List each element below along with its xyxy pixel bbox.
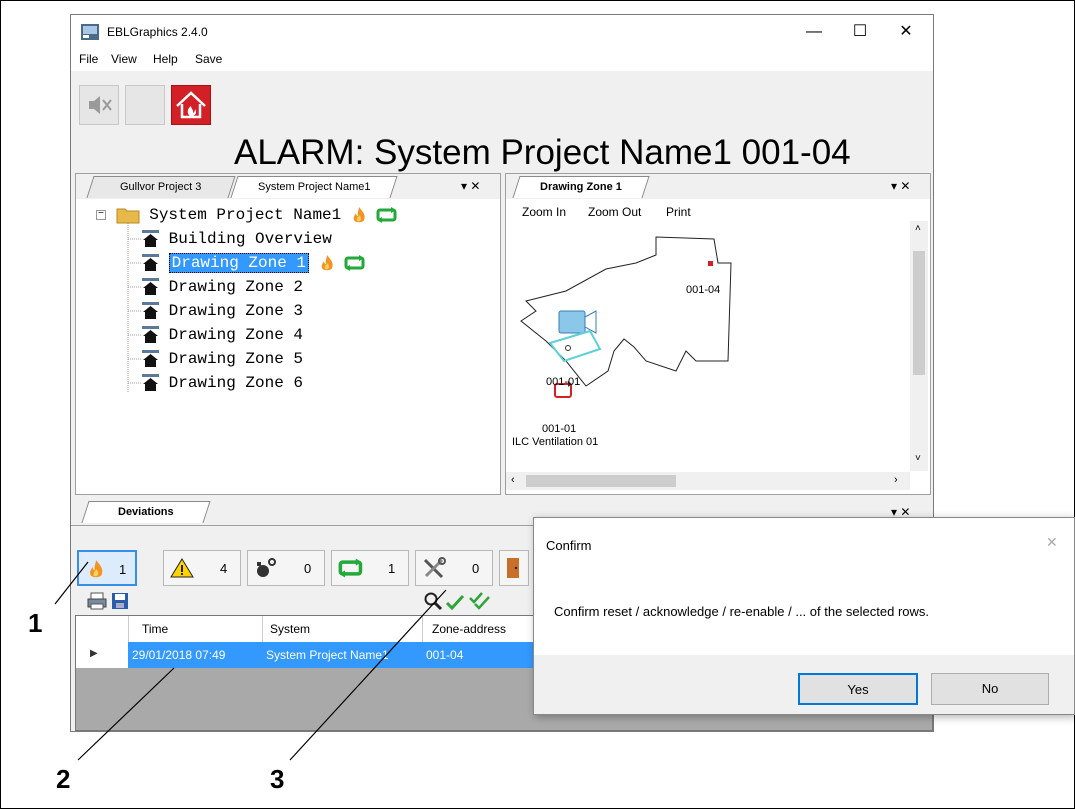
- callout-1: 1: [28, 608, 43, 638]
- callout-2: 2: [56, 764, 71, 794]
- callout-lines: [54, 561, 447, 761]
- callout-3: 3: [270, 764, 285, 794]
